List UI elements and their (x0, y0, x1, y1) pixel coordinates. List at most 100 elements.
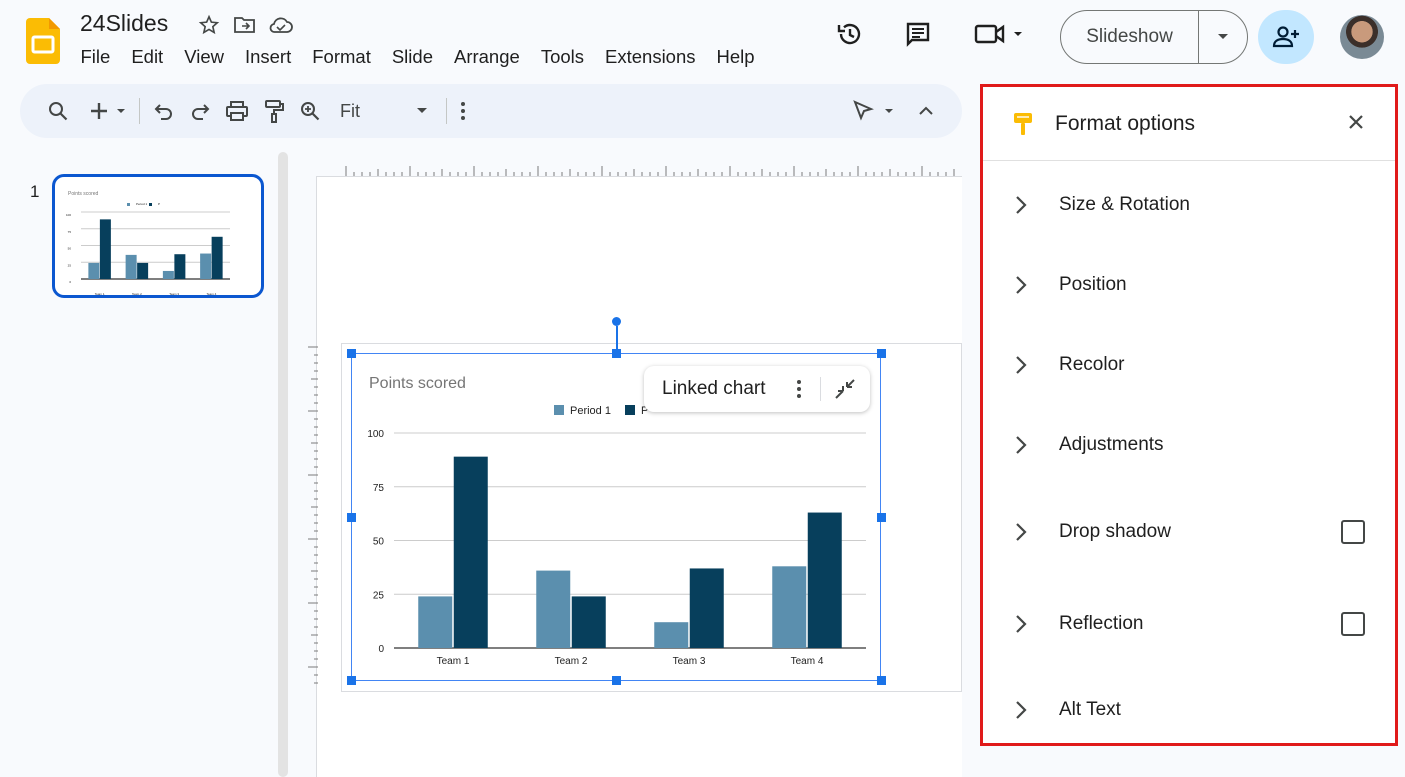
menu-help[interactable]: Help (706, 44, 765, 70)
y-tick-label: 50 (68, 247, 72, 251)
menu-slide[interactable]: Slide (381, 44, 443, 70)
bar-team-4-series-1 (200, 253, 212, 279)
star-icon[interactable] (196, 12, 222, 38)
resize-handle-top-right[interactable] (877, 349, 886, 358)
share-button[interactable] (1258, 10, 1314, 64)
linked-chart-chip: Linked chart (644, 366, 870, 412)
horizontal-ruler (345, 166, 955, 176)
bar-team-3-series-1 (162, 270, 174, 279)
video-call-icon[interactable] (970, 14, 1026, 54)
menu-extensions[interactable]: Extensions (595, 44, 707, 70)
resize-handle-left[interactable] (347, 513, 356, 522)
y-tick-label: 75 (68, 230, 72, 234)
panel-item-label: Position (1059, 274, 1127, 295)
slideshow-button[interactable]: Slideshow (1060, 10, 1248, 64)
slide-thumbnail[interactable]: Points scored Period 1 P 0 25 50 75 100 Team 1 Te… (52, 174, 264, 298)
resize-handle-top[interactable] (612, 349, 621, 358)
toolbar-right (844, 84, 942, 138)
thumbnail-chart: Points scored Period 1 P 0 25 50 75 100 Team 1 Te… (66, 191, 230, 295)
bar-team-2-series-1 (125, 254, 137, 279)
filmstrip-splitter[interactable] (278, 152, 288, 777)
menu-view[interactable]: View (174, 44, 235, 70)
x-tick-label: Team 1 (95, 292, 105, 295)
unlink-icon[interactable] (827, 377, 863, 401)
y-tick-label: 25 (68, 263, 72, 267)
linked-chart-label[interactable]: Linked chart (644, 378, 784, 400)
panel-item-position[interactable]: Position (983, 265, 1395, 305)
resize-handle-bottom-left[interactable] (347, 676, 356, 685)
cloud-saved-icon[interactable] (268, 12, 294, 38)
resize-handle-right[interactable] (877, 513, 886, 522)
panel-item-label: Adjustments (1059, 434, 1164, 455)
menu-format[interactable]: Format (302, 44, 382, 70)
paint-format-icon[interactable] (256, 93, 292, 129)
search-icon[interactable] (40, 93, 76, 129)
slideshow-label[interactable]: Slideshow (1061, 11, 1199, 63)
bar-team-1-series-2 (99, 219, 111, 279)
chip-separator (820, 377, 821, 401)
collapse-icon[interactable] (910, 93, 942, 129)
menu-tools[interactable]: Tools (530, 44, 594, 70)
panel-item-recolor[interactable]: Recolor (983, 345, 1395, 385)
panel-item-size-rotation[interactable]: Size & Rotation (983, 185, 1395, 225)
y-tick-label: 100 (66, 213, 71, 217)
add-person-icon (1272, 26, 1299, 48)
version-history-icon[interactable] (830, 14, 870, 54)
panel-item-label: Alt Text (1059, 699, 1121, 720)
legend-swatch-1 (127, 203, 130, 206)
panel-header: Format options (983, 87, 1395, 161)
chart-title: Points scored (68, 191, 99, 197)
panel-item-reflection[interactable]: Reflection (983, 604, 1395, 644)
select-icon[interactable] (844, 93, 904, 129)
panel-item-alt-text[interactable]: Alt Text (983, 690, 1395, 730)
panel-item-adjustments[interactable]: Adjustments (983, 425, 1395, 465)
zoom-icon[interactable] (292, 93, 328, 129)
slide-number: 1 (30, 182, 40, 201)
move-folder-icon[interactable] (232, 12, 258, 38)
panel-item-drop-shadow[interactable]: Drop shadow (983, 512, 1395, 552)
legend-label-2: P (158, 202, 160, 206)
bar-team-3-series-2 (174, 254, 186, 279)
bar-team-2-series-2 (137, 262, 149, 279)
toolbar: Fit (20, 84, 962, 138)
panel-item-label: Drop shadow (1059, 521, 1171, 542)
document-title[interactable]: 24Slides (80, 10, 168, 37)
y-tick-label: 0 (69, 280, 71, 284)
title-actions (196, 12, 294, 38)
legend-swatch-2 (149, 203, 152, 206)
slideshow-dropdown[interactable] (1199, 33, 1247, 41)
user-avatar[interactable] (1340, 15, 1384, 59)
chevron-right-icon (1015, 522, 1031, 542)
drop-shadow-checkbox[interactable] (1341, 520, 1365, 544)
redo-icon[interactable] (182, 93, 218, 129)
resize-handle-bottom[interactable] (612, 676, 621, 685)
chevron-right-icon (1015, 435, 1031, 455)
zoom-select[interactable]: Fit (328, 101, 440, 122)
chevron-right-icon (1015, 195, 1031, 215)
menu-edit[interactable]: Edit (121, 44, 174, 70)
reflection-checkbox[interactable] (1341, 612, 1365, 636)
slides-logo-icon[interactable] (26, 18, 60, 64)
dropdown-arrow-icon (417, 108, 427, 113)
more-vert-icon[interactable] (784, 379, 814, 399)
panel-item-label: Reflection (1059, 613, 1144, 634)
menu-arrange[interactable]: Arrange (443, 44, 530, 70)
panel-item-label: Size & Rotation (1059, 194, 1190, 215)
more-vert-icon[interactable] (453, 93, 473, 129)
toolbar-separator (139, 98, 140, 124)
menu-file[interactable]: File (70, 44, 121, 70)
add-icon[interactable] (76, 93, 133, 129)
panel-item-label: Recolor (1059, 354, 1125, 375)
comments-icon[interactable] (898, 14, 938, 54)
zoom-value: Fit (340, 100, 360, 121)
print-icon[interactable] (218, 93, 256, 129)
menu-insert[interactable]: Insert (234, 44, 301, 70)
resize-handle-top-left[interactable] (347, 349, 356, 358)
undo-icon[interactable] (146, 93, 182, 129)
chevron-right-icon (1015, 614, 1031, 634)
legend-label-1: Period 1 (136, 202, 148, 206)
close-icon[interactable] (1347, 113, 1365, 136)
slides-app: 24Slides File Edit View Insert Format Sl… (0, 0, 1405, 777)
rotation-handle[interactable] (612, 317, 621, 326)
resize-handle-bottom-right[interactable] (877, 676, 886, 685)
